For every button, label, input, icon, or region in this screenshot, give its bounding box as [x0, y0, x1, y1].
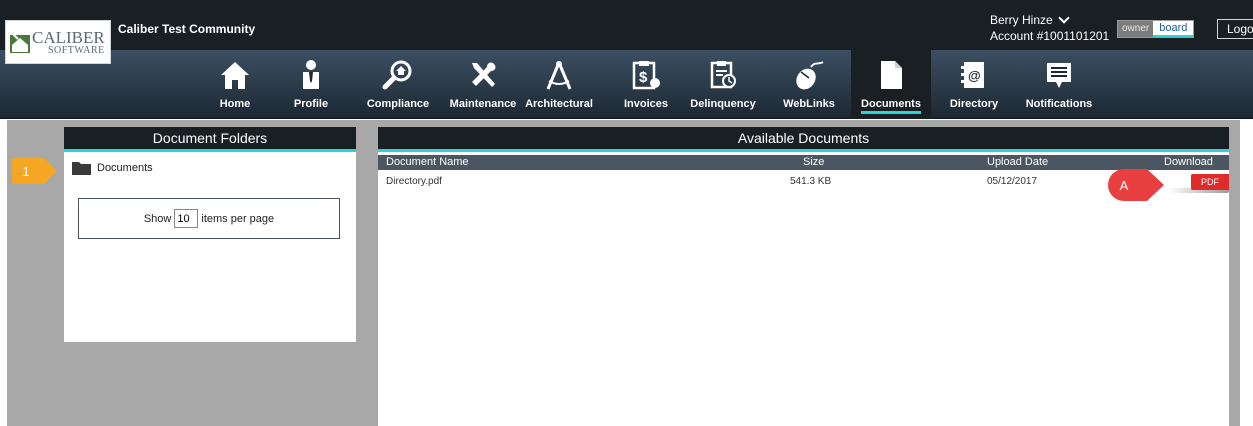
- column-size[interactable]: Size: [803, 156, 824, 168]
- user-menu[interactable]: Berry Hinze Account #1001101201: [990, 12, 1109, 44]
- nav-documents[interactable]: Documents: [851, 50, 931, 119]
- chevron-down-icon: [1058, 12, 1070, 24]
- nav-label: WebLinks: [783, 98, 835, 110]
- nav-home[interactable]: Home: [205, 50, 265, 119]
- svg-text:$: $: [639, 69, 648, 86]
- items-per-page: Show items per page: [78, 198, 340, 239]
- message-icon: [1047, 63, 1071, 88]
- callout-arrow-icon: [12, 158, 57, 184]
- tools-icon: [472, 62, 496, 87]
- nav-label: Maintenance: [449, 98, 517, 110]
- per-page-input[interactable]: [174, 209, 199, 228]
- person-icon: [303, 60, 319, 89]
- nav-architectural[interactable]: Architectural: [514, 50, 604, 119]
- callout-arrow-icon: [1108, 169, 1164, 201]
- per-page-show-label: Show: [143, 212, 172, 225]
- callout-1-label: 1: [22, 163, 30, 179]
- content-area: Document Folders Documents Show items pe…: [7, 120, 1240, 426]
- document-size: 541.3 KB: [790, 176, 832, 187]
- svg-text:@: @: [968, 68, 981, 83]
- nav-label: Compliance: [366, 98, 430, 110]
- documents-title: Available Documents: [378, 127, 1229, 152]
- nav-label: Home: [219, 98, 251, 110]
- nav-weblinks[interactable]: WebLinks: [778, 50, 840, 119]
- callout-a-label: A: [1119, 177, 1129, 193]
- community-name: Caliber Test Community: [118, 22, 256, 36]
- invoice-icon: $: [632, 61, 660, 90]
- column-upload-date[interactable]: Upload Date: [987, 156, 1048, 168]
- nav-label: Directory: [949, 98, 999, 110]
- home-icon: [221, 62, 249, 89]
- nav-invoices[interactable]: $ Invoices: [617, 50, 675, 119]
- column-download: Download: [1164, 156, 1213, 168]
- compass-icon: [546, 61, 572, 90]
- house-logo-icon: [10, 32, 30, 53]
- magnifier-icon: [382, 60, 412, 90]
- logo-line-2: SOFTWARE: [47, 44, 105, 56]
- top-bar: Caliber Test Community Berry Hinze Accou…: [0, 0, 1253, 50]
- role-owner-option[interactable]: owner: [1118, 21, 1154, 37]
- nav-directory[interactable]: @ Directory: [944, 50, 1004, 119]
- per-page-suffix-label: items per page: [201, 212, 275, 225]
- address-book-icon: @: [961, 62, 984, 88]
- nav-label: Notifications: [1025, 98, 1093, 110]
- role-toggle[interactable]: owner board: [1117, 20, 1195, 38]
- nav-label: Documents: [861, 98, 921, 114]
- nav-label: Delinquency: [690, 98, 756, 110]
- clock-document-icon: [710, 61, 736, 89]
- account-number: Account #1001101201: [990, 29, 1110, 43]
- folders-title: Document Folders: [64, 127, 356, 152]
- callout-1: 1: [10, 157, 58, 185]
- document-icon: [881, 61, 902, 89]
- nav-delinquency[interactable]: Delinquency: [684, 50, 762, 119]
- documents-table-header: Document Name Size Upload Date Download: [378, 155, 1229, 170]
- nav-compliance[interactable]: Compliance: [362, 50, 434, 119]
- nav-label: Architectural: [525, 98, 593, 110]
- column-document-name[interactable]: Document Name: [386, 156, 469, 168]
- folder-name: Documents: [97, 162, 153, 174]
- logo-line-1: CALIBER: [32, 27, 105, 47]
- folder-item[interactable]: Documents: [64, 152, 356, 175]
- role-board-option[interactable]: board: [1153, 21, 1194, 37]
- nav-notifications[interactable]: Notifications: [1023, 50, 1095, 119]
- pdf-download-button[interactable]: PDF: [1191, 174, 1229, 190]
- nav-label: Invoices: [623, 98, 669, 110]
- logout-button[interactable]: Logout: [1217, 19, 1253, 39]
- mouse-icon: [796, 61, 824, 90]
- nav-profile[interactable]: Profile: [282, 50, 340, 119]
- main-nav: Home Profile Compliance Maintenance Arch…: [0, 50, 1253, 119]
- table-row: Directory.pdf 541.3 KB 05/12/2017: [378, 176, 1229, 192]
- available-documents-panel: Available Documents Document Name Size U…: [378, 127, 1229, 426]
- user-name: Berry Hinze: [990, 13, 1053, 27]
- caliber-logo[interactable]: CALIBER SOFTWARE: [5, 20, 111, 64]
- document-name[interactable]: Directory.pdf: [386, 176, 442, 187]
- document-upload-date: 05/12/2017: [987, 176, 1038, 187]
- folder-icon: [72, 162, 91, 175]
- nav-label: Profile: [293, 98, 329, 110]
- document-folders-panel: Document Folders Documents Show items pe…: [64, 127, 356, 342]
- callout-a: A: [1107, 168, 1165, 202]
- nav-maintenance[interactable]: Maintenance: [443, 50, 523, 119]
